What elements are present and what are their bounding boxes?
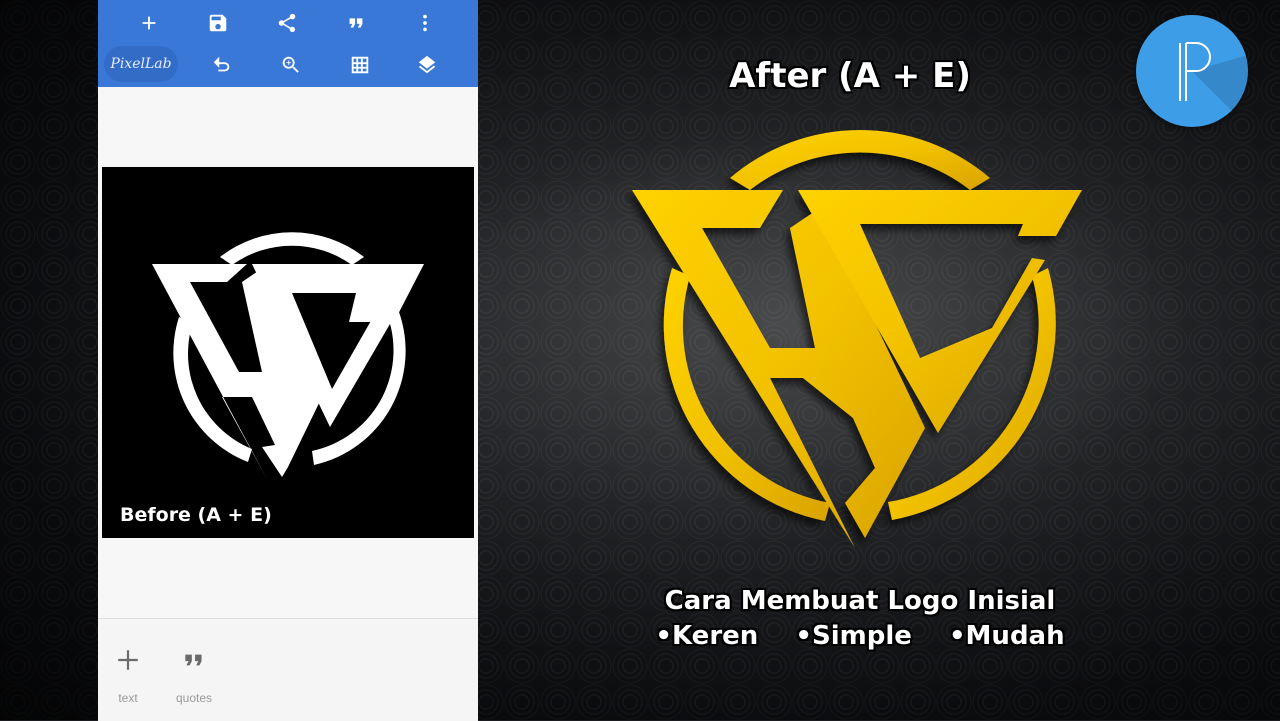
pixellab-app-badge — [1136, 15, 1248, 127]
add-text-button[interactable]: text — [98, 647, 158, 705]
add-quotes-label: quotes — [175, 691, 213, 705]
ae-logo-white — [152, 232, 424, 479]
layers-button[interactable] — [410, 48, 444, 82]
quotes-button[interactable] — [339, 6, 373, 40]
grid-button[interactable] — [343, 48, 377, 82]
add-button[interactable] — [132, 6, 166, 40]
grid-icon — [351, 56, 369, 74]
caption-tags: •Keren •Simple •Mudah — [600, 619, 1120, 654]
plus-icon — [118, 650, 138, 670]
before-caption: Before (A + E) — [120, 504, 272, 526]
toolbar-row-secondary: PixelLab — [98, 42, 478, 86]
add-quotes-button[interactable]: quotes — [164, 647, 224, 705]
pixellab-app-panel: PixelLab Before (A + E) text quotes — [98, 0, 478, 721]
zoom-in-icon — [282, 56, 299, 73]
undo-icon — [213, 56, 230, 72]
tutorial-caption: Cara Membuat Logo Inisial •Keren •Simple… — [600, 584, 1120, 654]
ae-logo-gold — [632, 129, 1082, 548]
artboard-before[interactable]: Before (A + E) — [102, 167, 474, 538]
pixellab-p-logo-icon — [1179, 42, 1248, 127]
plus-icon — [142, 16, 156, 30]
save-icon — [209, 14, 227, 32]
quote-icon — [185, 654, 202, 666]
bottom-bar: text quotes — [98, 618, 478, 721]
save-button[interactable] — [201, 6, 235, 40]
tag-keren: •Keren — [655, 621, 759, 651]
toolbar-row-primary — [98, 0, 478, 44]
undo-button[interactable] — [205, 48, 239, 82]
share-icon — [278, 13, 296, 33]
top-toolbar: PixelLab — [98, 0, 478, 87]
quote-icon — [349, 18, 363, 28]
more-vert-icon — [423, 14, 427, 32]
share-button[interactable] — [270, 6, 304, 40]
canvas-area[interactable]: Before (A + E) — [98, 87, 478, 618]
layers-icon — [418, 55, 436, 74]
caption-line-1: Cara Membuat Logo Inisial — [664, 586, 1056, 616]
tag-mudah: •Mudah — [948, 621, 1065, 651]
pixellab-brand-button[interactable]: PixelLab — [104, 46, 178, 82]
add-text-label: text — [118, 691, 138, 705]
tag-simple: •Simple — [795, 621, 912, 651]
zoom-button[interactable] — [274, 48, 308, 82]
after-headline: After (A + E) — [729, 56, 971, 96]
more-options-button[interactable] — [408, 6, 442, 40]
